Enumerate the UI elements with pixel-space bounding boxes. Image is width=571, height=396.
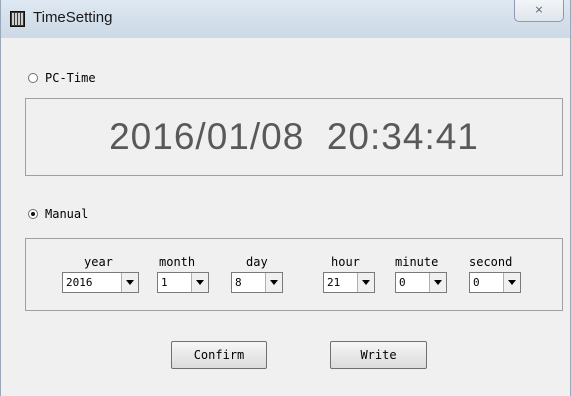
pc-time-label: PC-Time <box>45 71 96 85</box>
app-icon <box>10 11 25 27</box>
chevron-down-icon[interactable] <box>357 273 374 292</box>
chevron-down-icon[interactable] <box>265 273 282 292</box>
month-label: month <box>159 255 196 269</box>
second-select[interactable]: 0 <box>469 272 521 293</box>
close-button[interactable]: ⨯ <box>514 0 564 22</box>
pc-time-display-box: 2016/01/08 20:34:41 <box>25 98 563 176</box>
year-select[interactable]: 2016 <box>62 272 139 293</box>
time-setting-window: TimeSetting ⨯ PC-Time 2016/01/08 20:34:4… <box>0 0 571 396</box>
close-icon: ⨯ <box>534 3 544 16</box>
manual-label: Manual <box>45 207 89 221</box>
day-label: day <box>246 255 268 269</box>
hour-select[interactable]: 21 <box>323 272 375 293</box>
minute-select[interactable]: 0 <box>395 272 447 293</box>
chevron-down-icon[interactable] <box>429 273 446 292</box>
chevron-down-icon[interactable] <box>503 273 520 292</box>
pc-time-radio[interactable] <box>28 73 38 83</box>
title-bar[interactable]: TimeSetting ⨯ <box>1 0 570 38</box>
chevron-down-icon[interactable] <box>121 273 138 292</box>
client-area: PC-Time 2016/01/08 20:34:41 Manual year … <box>1 38 570 396</box>
pc-time-clock: 2016/01/08 20:34:41 <box>109 116 479 157</box>
chevron-down-icon[interactable] <box>191 273 208 292</box>
manual-option[interactable]: Manual <box>28 207 88 221</box>
second-label: second <box>469 255 513 269</box>
day-select[interactable]: 8 <box>231 272 283 293</box>
minute-label: minute <box>395 255 439 269</box>
pc-time-option[interactable]: PC-Time <box>28 71 96 85</box>
hour-label: hour <box>331 255 360 269</box>
month-select[interactable]: 1 <box>157 272 209 293</box>
manual-radio[interactable] <box>28 209 38 219</box>
confirm-button[interactable]: Confirm <box>171 341 267 369</box>
manual-fields-box: year 2016 month 1 day 8 hour 21 minute 0… <box>25 238 563 311</box>
write-button[interactable]: Write <box>330 341 427 369</box>
year-label: year <box>84 255 113 269</box>
window-title: TimeSetting <box>33 9 113 26</box>
